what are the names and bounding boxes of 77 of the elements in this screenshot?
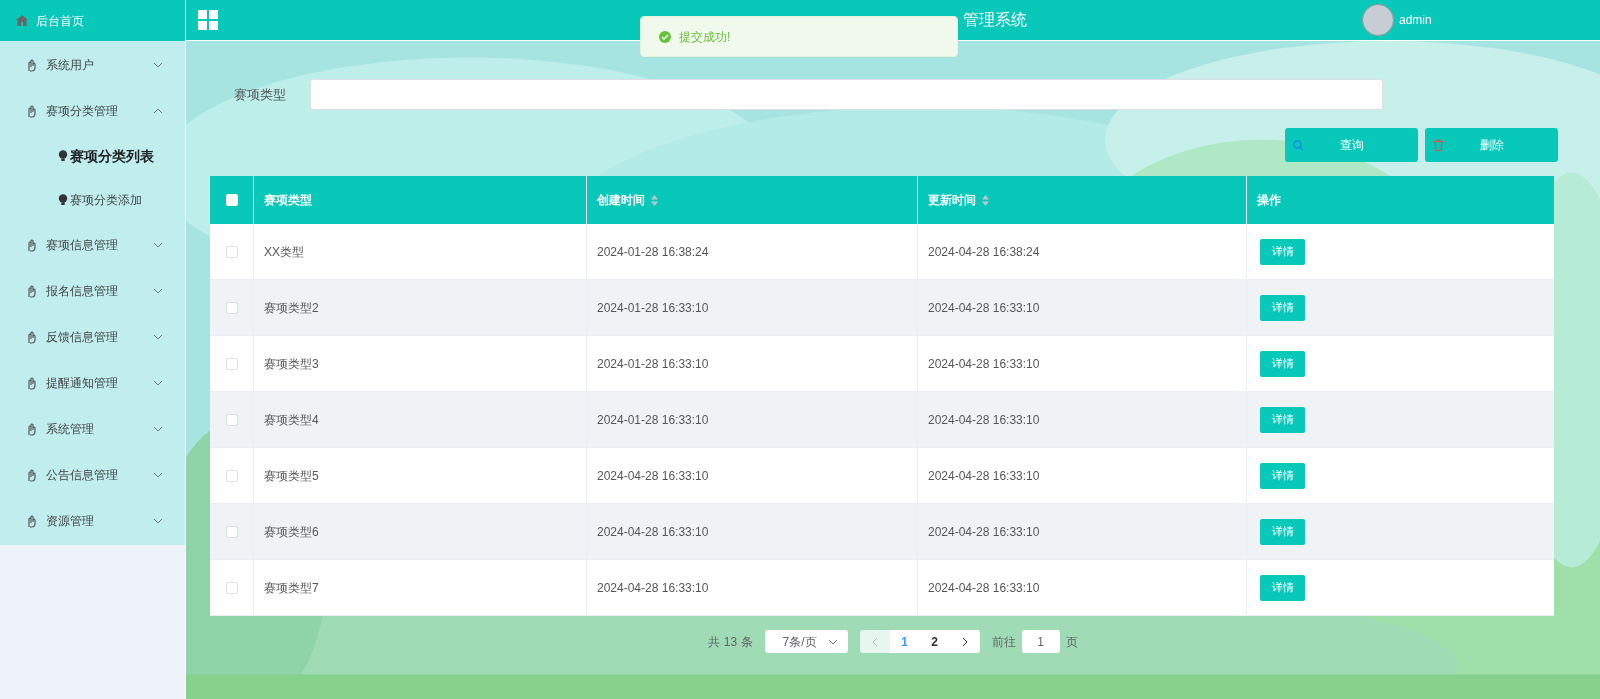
chevron-down-icon — [153, 62, 163, 68]
menu-item[interactable]: 反馈信息管理 — [0, 314, 185, 360]
row-checkbox[interactable] — [225, 413, 238, 426]
menu-item[interactable]: 报名信息管理 — [0, 268, 185, 314]
chevron-down-icon — [153, 426, 163, 432]
select-all-checkbox[interactable] — [225, 194, 238, 206]
column-header: 赛项类型 — [264, 192, 312, 209]
search-field[interactable] — [310, 79, 1383, 110]
page-number[interactable]: 2 — [919, 630, 950, 653]
home-icon — [16, 15, 28, 26]
submenu-item[interactable]: 赛项分类添加 — [0, 178, 185, 222]
chevron-down-icon — [153, 334, 163, 340]
chevron-down-icon — [153, 242, 163, 248]
table-cell-text: 赛项类型3 — [264, 355, 319, 373]
grid-icon[interactable] — [198, 10, 218, 30]
success-toast: 提交成功! — [640, 16, 958, 57]
app-title: 管理系统 — [963, 10, 1027, 30]
table-cell-text: 2024-04-28 16:33:10 — [597, 579, 709, 597]
menu-item[interactable]: 赛项信息管理 — [0, 222, 185, 268]
search-icon — [1293, 139, 1304, 151]
row-checkbox[interactable] — [225, 525, 238, 538]
total-count: 共 13 条 — [708, 633, 753, 651]
table-cell-text: 2024-01-28 16:38:24 — [597, 243, 709, 261]
chevron-left-icon — [871, 636, 878, 647]
chevron-down-icon — [153, 472, 163, 478]
chevron-down-icon — [153, 288, 163, 294]
menu-item[interactable]: 系统管理 — [0, 406, 185, 452]
chevron-up-icon — [153, 108, 163, 114]
home-label: 后台首页 — [36, 12, 84, 30]
table-cell-text: 赛项类型6 — [264, 523, 319, 541]
table-cell-text: 2024-04-28 16:33:10 — [928, 523, 1040, 541]
table-cell-text: 赛项类型5 — [264, 467, 319, 485]
row-checkbox[interactable] — [225, 245, 238, 258]
menu-item[interactable]: 系统用户 — [0, 42, 185, 88]
trash-icon — [1433, 139, 1444, 151]
table-cell-text: 2024-01-28 16:33:10 — [597, 355, 709, 373]
table-cell-text: 2024-04-28 16:33:10 — [597, 467, 709, 485]
table-cell-text: 2024-04-28 16:33:10 — [928, 579, 1040, 597]
menu-item[interactable]: 赛项分类管理 — [0, 88, 185, 134]
bulb-icon — [58, 150, 68, 162]
row-checkbox[interactable] — [225, 581, 238, 594]
table-cell-text: 2024-01-28 16:33:10 — [597, 299, 709, 317]
row-checkbox[interactable] — [225, 469, 238, 482]
chevron-down-icon — [827, 638, 838, 645]
table-cell-text: 2024-04-28 16:33:10 — [928, 467, 1040, 485]
chevron-right-icon — [961, 636, 968, 647]
avatar[interactable] — [1362, 4, 1394, 36]
chevron-down-icon — [153, 518, 163, 524]
table-cell-text: 赛项类型7 — [264, 579, 319, 597]
chevron-down-icon — [153, 380, 163, 386]
table-cell-text: XX类型 — [264, 243, 304, 261]
row-checkbox[interactable] — [225, 357, 238, 370]
next-page-button[interactable] — [949, 630, 980, 653]
row-checkbox[interactable] — [225, 301, 238, 314]
table-cell-text: 赛项类型4 — [264, 411, 319, 429]
table-cell-text: 2024-04-28 16:33:10 — [928, 355, 1040, 373]
column-header: 操作 — [1257, 192, 1281, 209]
menu-item[interactable]: 资源管理 — [0, 498, 185, 544]
page-size-select[interactable]: 7条/页 — [764, 630, 848, 653]
menu-item[interactable]: 公告信息管理 — [0, 452, 185, 498]
prev-page-button[interactable] — [859, 630, 890, 653]
bulb-icon — [58, 194, 68, 206]
menu-item[interactable]: 提醒通知管理 — [0, 360, 185, 406]
sort-icon[interactable] — [982, 194, 989, 206]
sort-icon[interactable] — [651, 194, 658, 206]
submenu-item[interactable]: 赛项分类列表 — [0, 134, 185, 178]
table-cell-text: 2024-04-28 16:33:10 — [928, 299, 1040, 317]
table-cell-text: 2024-04-28 16:33:10 — [597, 523, 709, 541]
table-cell-text: 赛项类型2 — [264, 299, 319, 317]
page-suffix: 页 — [1065, 633, 1078, 651]
check-circle-icon — [659, 30, 671, 43]
table-cell-text: 2024-04-28 16:38:24 — [928, 243, 1040, 261]
search-label: 赛项类型 — [233, 85, 287, 104]
table-cell-text: 2024-01-28 16:33:10 — [597, 411, 709, 429]
goto-page-field[interactable]: 1 — [1021, 630, 1060, 653]
table-cell-text: 2024-04-28 16:33:10 — [928, 411, 1040, 429]
goto-label: 前往 — [991, 633, 1016, 651]
